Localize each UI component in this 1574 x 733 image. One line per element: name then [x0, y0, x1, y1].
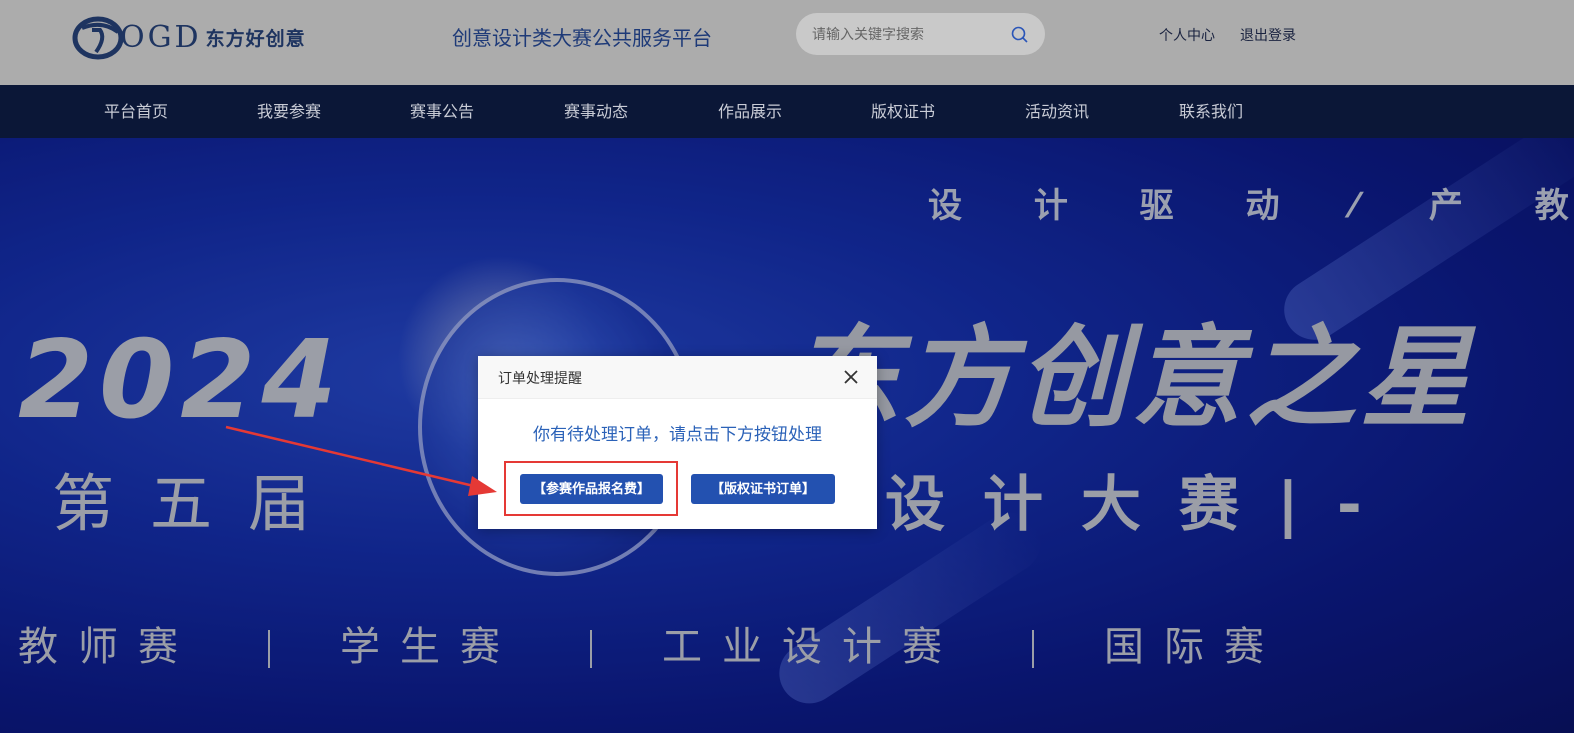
nav-item-contact[interactable]: 联系我们 — [1179, 85, 1243, 138]
dialog-title: 订单处理提醒 — [498, 371, 582, 387]
logo-mark-icon — [72, 16, 124, 60]
search-box — [796, 13, 1045, 57]
logo-letters: OGD — [120, 19, 202, 55]
nav-item-copyright[interactable]: 版权证书 — [871, 85, 935, 138]
logo[interactable]: OGD 东方好创意 — [72, 12, 352, 62]
header: OGD 东方好创意 创意设计类大赛公共服务平台 个人中心 退出登录 — [0, 0, 1574, 85]
nav-item-announcements[interactable]: 赛事公告 — [410, 85, 474, 138]
nav-item-news[interactable]: 赛事动态 — [564, 85, 628, 138]
highlight-box — [504, 461, 678, 516]
nav-item-enter-contest[interactable]: 我要参赛 — [257, 85, 321, 138]
nav-item-works[interactable]: 作品展示 — [718, 85, 782, 138]
certificate-order-button[interactable]: 【版权证书订单】 — [691, 474, 835, 504]
main-nav: 平台首页 我要参赛 赛事公告 赛事动态 作品展示 版权证书 活动资讯 联系我们 — [0, 85, 1574, 138]
search-input[interactable] — [810, 13, 1004, 57]
nav-item-home[interactable]: 平台首页 — [104, 85, 168, 138]
personal-center-link[interactable]: 个人中心 — [1159, 25, 1215, 45]
nav-item-activities[interactable]: 活动资讯 — [1025, 85, 1089, 138]
search-icon[interactable] — [1010, 25, 1030, 45]
dialog-header: 订单处理提醒 — [478, 356, 877, 399]
platform-title: 创意设计类大赛公共服务平台 — [452, 26, 712, 50]
dialog-message: 你有待处理订单，请点击下方按钮处理 — [533, 425, 822, 445]
logout-link[interactable]: 退出登录 — [1240, 25, 1296, 45]
close-icon[interactable] — [843, 369, 859, 385]
logo-brand-name: 东方好创意 — [205, 27, 306, 50]
